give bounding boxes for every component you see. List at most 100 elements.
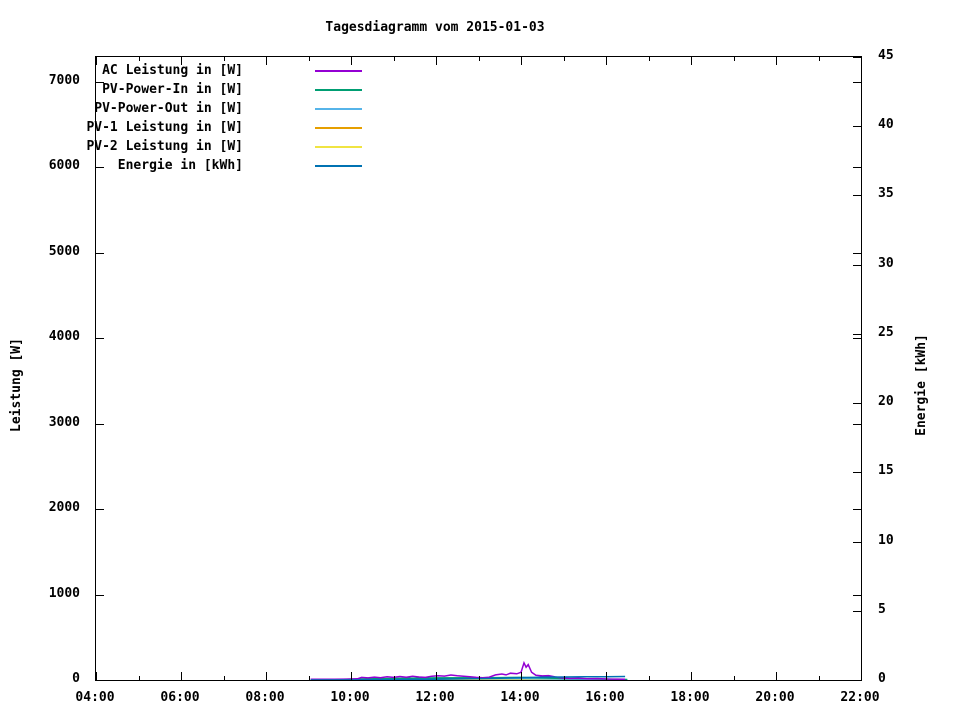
x-tick-label: 06:00 [160, 690, 200, 705]
legend-swatch [315, 127, 362, 129]
chart-title: Tagesdiagramm vom 2015-01-03 [325, 20, 545, 35]
x-tick-mirror [861, 57, 862, 65]
x-tick [479, 676, 480, 680]
x-tick [564, 676, 565, 680]
legend-label: PV-1 Leistung in [W] [86, 120, 243, 135]
x-tick [436, 672, 437, 680]
x-tick [181, 672, 182, 680]
x-tick [734, 676, 735, 680]
x-tick-mirror [266, 57, 267, 65]
x-tick-label: 04:00 [75, 690, 115, 705]
x-tick-mirror [309, 57, 310, 61]
x-tick-label: 14:00 [500, 690, 540, 705]
y-right-tick [853, 472, 861, 473]
y-right-tick-label: 20 [878, 394, 894, 409]
legend-swatch [315, 70, 362, 72]
legend-label: PV-Power-In in [W] [102, 82, 243, 97]
y-left-tick-mirror [853, 424, 861, 425]
y-right-tick [853, 403, 861, 404]
y-left-tick-mirror [853, 167, 861, 168]
x-tick-label: 10:00 [330, 690, 370, 705]
y-left-tick [96, 424, 104, 425]
y-right-tick [853, 611, 861, 612]
y-right-tick [853, 57, 861, 58]
y-right-tick-label: 5 [878, 602, 886, 617]
y-right-tick-label: 0 [878, 671, 886, 686]
x-tick-mirror [351, 57, 352, 65]
y-left-tick-mirror [853, 509, 861, 510]
y-left-tick-mirror [853, 253, 861, 254]
y-left-tick-mirror [853, 338, 861, 339]
legend-swatch [315, 108, 362, 110]
y-left-tick [96, 253, 104, 254]
x-tick-mirror [819, 57, 820, 61]
y-left-tick-mirror [853, 595, 861, 596]
x-tick-label: 16:00 [585, 690, 625, 705]
legend-label: PV-Power-Out in [W] [94, 101, 243, 116]
daily-power-chart: Tagesdiagramm vom 2015-01-03 Leistung [W… [0, 0, 960, 720]
y-right-tick [853, 265, 861, 266]
x-tick-mirror [649, 57, 650, 61]
legend-label: PV-2 Leistung in [W] [86, 139, 243, 154]
x-tick-mirror [394, 57, 395, 61]
x-tick [861, 672, 862, 680]
y-left-tick-label: 0 [72, 671, 80, 686]
x-tick-mirror [691, 57, 692, 65]
x-tick-mirror [606, 57, 607, 65]
y-right-tick [853, 126, 861, 127]
x-tick-mirror [479, 57, 480, 61]
y-right-tick-label: 25 [878, 325, 894, 340]
y-right-tick-label: 45 [878, 48, 894, 63]
x-tick [394, 676, 395, 680]
x-tick-label: 20:00 [755, 690, 795, 705]
x-tick [606, 672, 607, 680]
y-right-tick [853, 680, 861, 681]
y-axis-right-title: Energie [kWh] [914, 334, 929, 436]
x-tick [819, 676, 820, 680]
y-right-tick-label: 10 [878, 533, 894, 548]
x-tick-mirror [734, 57, 735, 61]
y-left-tick [96, 509, 104, 510]
y-left-tick-label: 5000 [48, 244, 80, 259]
x-tick-mirror [776, 57, 777, 65]
y-right-tick [853, 542, 861, 543]
x-tick [649, 676, 650, 680]
y-left-tick-label: 3000 [48, 415, 80, 430]
y-left-tick [96, 338, 104, 339]
y-left-tick [96, 595, 104, 596]
x-tick-label: 12:00 [415, 690, 455, 705]
x-tick [309, 676, 310, 680]
x-tick-label: 08:00 [245, 690, 285, 705]
y-right-tick-label: 15 [878, 463, 894, 478]
x-tick-mirror [139, 57, 140, 61]
y-left-tick-label: 1000 [48, 586, 80, 601]
legend-swatch [315, 165, 362, 167]
x-tick [351, 672, 352, 680]
x-tick-mirror [436, 57, 437, 65]
legend-swatch [315, 89, 362, 91]
x-tick [266, 672, 267, 680]
y-left-tick-label: 4000 [48, 329, 80, 344]
x-tick [521, 672, 522, 680]
y-right-tick-label: 35 [878, 186, 894, 201]
x-tick [139, 676, 140, 680]
y-left-tick-mirror [853, 82, 861, 83]
y-right-tick [853, 195, 861, 196]
x-tick [224, 676, 225, 680]
legend-label: Energie in [kWh] [117, 158, 243, 173]
y-right-tick-label: 40 [878, 117, 894, 132]
x-tick-mirror [224, 57, 225, 61]
legend-label: AC Leistung in [W] [102, 63, 243, 78]
x-tick-label: 18:00 [670, 690, 710, 705]
y-left-tick-label: 2000 [48, 500, 80, 515]
x-tick-mirror [521, 57, 522, 65]
legend-swatch [315, 146, 362, 148]
x-tick-label: 22:00 [840, 690, 880, 705]
x-tick [776, 672, 777, 680]
y-right-tick-label: 30 [878, 256, 894, 271]
y-right-tick [853, 334, 861, 335]
x-tick [691, 672, 692, 680]
x-tick-mirror [564, 57, 565, 61]
y-left-tick [96, 680, 104, 681]
x-tick [96, 672, 97, 680]
